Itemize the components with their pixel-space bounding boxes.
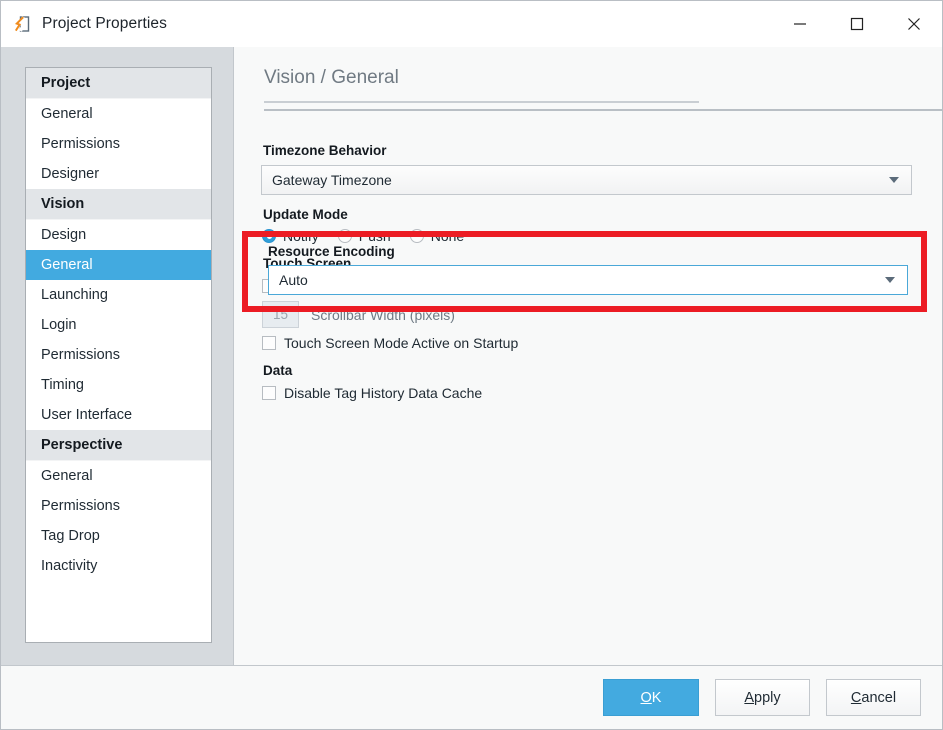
- ok-button-mnemonic: O: [641, 690, 652, 706]
- sidebar-item-perspective-tag-drop[interactable]: Tag Drop: [26, 521, 211, 551]
- cancel-button[interactable]: Cancel: [826, 679, 921, 716]
- sidebar-container: Project General Permissions Designer Vis…: [1, 47, 233, 665]
- ignition-logo-icon: [14, 15, 32, 33]
- data-group-label: Data: [263, 363, 912, 378]
- sidebar-item-perspective-inactivity[interactable]: Inactivity: [26, 551, 211, 581]
- checkbox-label-touch-screen-active-on-startup: Touch Screen Mode Active on Startup: [284, 335, 518, 351]
- update-mode-label: Update Mode: [263, 207, 912, 222]
- dialog-button-bar: OK Apply Cancel: [1, 665, 942, 729]
- checkbox-disable-tag-history-data-cache[interactable]: Disable Tag History Data Cache: [262, 385, 912, 401]
- page-title: Vision / General: [264, 67, 699, 103]
- sidebar-item-vision-user-interface[interactable]: User Interface: [26, 400, 211, 430]
- settings-form: Timezone Behavior Gateway Timezone Updat…: [234, 111, 942, 665]
- apply-button-mnemonic: A: [744, 690, 754, 706]
- sidebar-item-perspective-general[interactable]: General: [26, 461, 211, 491]
- chevron-down-icon: [885, 277, 895, 283]
- window-title: Project Properties: [42, 15, 167, 33]
- sidebar-item-vision-permissions[interactable]: Permissions: [26, 340, 211, 370]
- sidebar-item-vision-launching[interactable]: Launching: [26, 280, 211, 310]
- resource-encoding-label: Resource Encoding: [268, 244, 908, 259]
- sidebar-item-project-designer[interactable]: Designer: [26, 159, 211, 189]
- resource-encoding-value: Auto: [279, 272, 885, 288]
- minimize-icon[interactable]: [771, 1, 828, 47]
- apply-button[interactable]: Apply: [715, 679, 810, 716]
- resource-encoding-highlight-box: Resource Encoding Auto: [242, 231, 927, 312]
- checkbox-touch-screen-active-on-startup[interactable]: Touch Screen Mode Active on Startup: [262, 335, 912, 351]
- cancel-button-rest: ancel: [861, 690, 896, 706]
- checkbox-label-disable-tag-history-data-cache: Disable Tag History Data Cache: [284, 385, 482, 401]
- project-properties-window: Project Properties Project General Permi…: [0, 0, 943, 730]
- sidebar-item-project-general[interactable]: General: [26, 99, 211, 129]
- ok-button-rest: K: [652, 690, 662, 706]
- nav-section-project: Project: [26, 68, 211, 99]
- content-header: Vision / General: [234, 47, 942, 111]
- window-body: Project General Permissions Designer Vis…: [1, 47, 942, 665]
- window-controls: [771, 1, 942, 47]
- settings-nav-tree: Project General Permissions Designer Vis…: [25, 67, 212, 643]
- checkbox-mark-touch-screen-active-on-startup: [262, 336, 276, 350]
- timezone-behavior-value: Gateway Timezone: [272, 172, 889, 188]
- chevron-down-icon: [889, 177, 899, 183]
- nav-section-vision: Vision: [26, 189, 211, 220]
- settings-content-panel: Vision / General Timezone Behavior Gatew…: [233, 47, 942, 665]
- sidebar-item-project-permissions[interactable]: Permissions: [26, 129, 211, 159]
- apply-button-rest: pply: [754, 690, 781, 706]
- sidebar-item-vision-login[interactable]: Login: [26, 310, 211, 340]
- timezone-behavior-dropdown[interactable]: Gateway Timezone: [261, 165, 912, 195]
- close-icon[interactable]: [885, 1, 942, 47]
- ok-button[interactable]: OK: [603, 679, 699, 716]
- cancel-button-mnemonic: C: [851, 690, 861, 706]
- sidebar-item-vision-timing[interactable]: Timing: [26, 370, 211, 400]
- timezone-behavior-label: Timezone Behavior: [263, 143, 912, 158]
- nav-section-perspective: Perspective: [26, 430, 211, 461]
- sidebar-item-vision-design[interactable]: Design: [26, 220, 211, 250]
- sidebar-item-vision-general[interactable]: General: [26, 250, 211, 280]
- maximize-icon[interactable]: [828, 1, 885, 47]
- checkbox-mark-disable-tag-history-data-cache: [262, 386, 276, 400]
- title-bar: Project Properties: [1, 1, 942, 47]
- sidebar-item-perspective-permissions[interactable]: Permissions: [26, 491, 211, 521]
- resource-encoding-dropdown[interactable]: Auto: [268, 265, 908, 295]
